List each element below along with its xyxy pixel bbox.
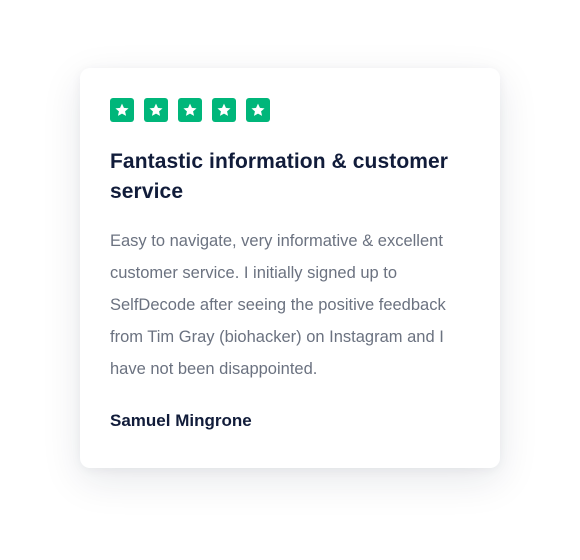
star-icon [246, 98, 270, 122]
star-icon [178, 98, 202, 122]
star-icon [144, 98, 168, 122]
review-title: Fantastic information & customer service [110, 150, 449, 203]
review-text: Easy to navigate, very informative & exc… [110, 232, 446, 378]
star-rating [110, 98, 470, 122]
reviewer-name: Samuel Mingrone [110, 411, 252, 430]
review-card: Fantastic information & customer service… [80, 68, 500, 468]
star-icon [110, 98, 134, 122]
star-icon [212, 98, 236, 122]
